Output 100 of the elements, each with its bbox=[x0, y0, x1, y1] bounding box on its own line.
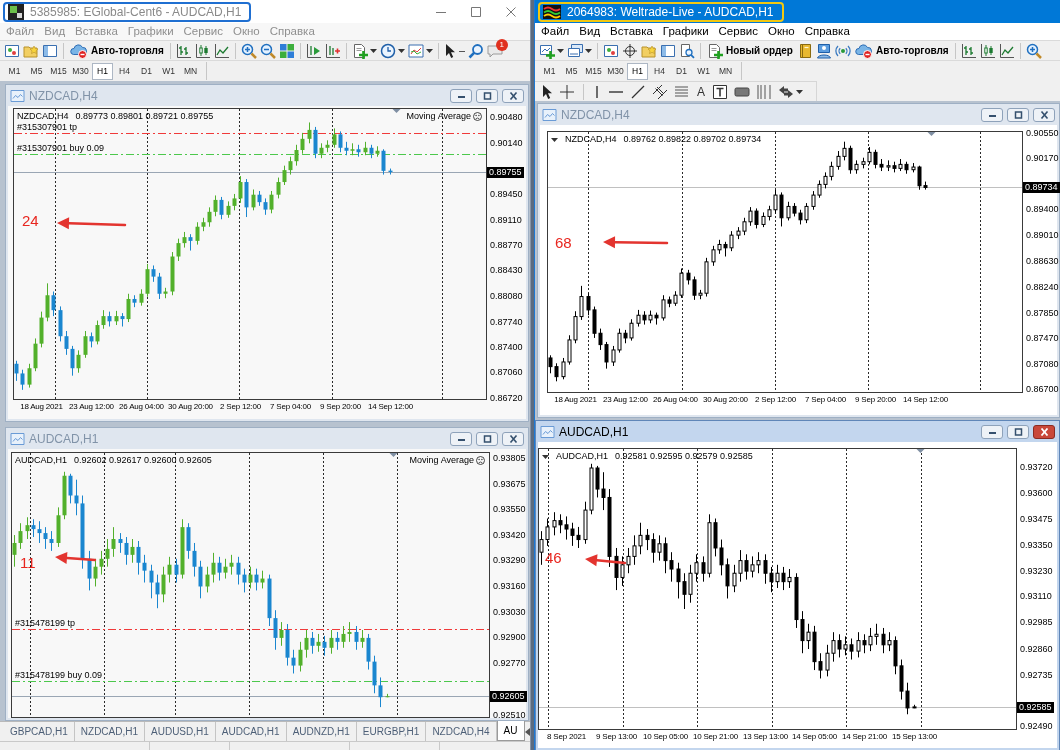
person-screen-icon[interactable] bbox=[815, 42, 832, 59]
tiles-icon[interactable] bbox=[278, 42, 295, 59]
crosshair-icon[interactable] bbox=[622, 42, 638, 59]
price-label: 0.90480 bbox=[490, 112, 523, 124]
timeframe-button[interactable]: M15 bbox=[583, 62, 604, 80]
timeframe-button[interactable]: M30 bbox=[605, 62, 626, 80]
ohlc-chart-icon[interactable] bbox=[175, 42, 192, 59]
timeframe-button[interactable]: M15 bbox=[48, 62, 69, 80]
timeframe-button[interactable]: MN bbox=[180, 62, 201, 80]
caret-icon[interactable] bbox=[557, 48, 564, 53]
minimize-button[interactable] bbox=[981, 107, 1003, 122]
shift-marker-icon[interactable] bbox=[392, 109, 401, 113]
maximize-icon[interactable] bbox=[471, 6, 481, 17]
caret-icon[interactable] bbox=[551, 137, 558, 142]
window-plus-icon[interactable] bbox=[539, 42, 555, 59]
menu-item[interactable]: Вставка bbox=[610, 24, 653, 39]
menu-item[interactable]: Вид bbox=[579, 24, 601, 39]
rounded-rect-icon[interactable] bbox=[734, 85, 750, 98]
maximize-icon bbox=[481, 91, 493, 100]
close-button[interactable] bbox=[1033, 424, 1055, 439]
zoom-in-icon[interactable] bbox=[240, 42, 257, 59]
shift-marker-icon[interactable] bbox=[916, 449, 925, 453]
line-chart-icon[interactable] bbox=[213, 42, 230, 59]
close-button[interactable] bbox=[1033, 107, 1055, 122]
minimize-button[interactable] bbox=[450, 431, 472, 446]
timeframe-button[interactable]: W1 bbox=[693, 62, 714, 80]
clock-icon[interactable] bbox=[379, 42, 396, 59]
zoom-out-icon[interactable] bbox=[259, 42, 276, 59]
minimize-button[interactable] bbox=[981, 424, 1003, 439]
caret-icon[interactable] bbox=[796, 89, 803, 94]
candle-wick bbox=[253, 189, 254, 211]
close-button[interactable] bbox=[502, 88, 524, 103]
zoom-in-icon[interactable] bbox=[1025, 42, 1042, 59]
chart-window-icon[interactable] bbox=[603, 42, 619, 59]
auto-trading-button[interactable]: Авто-торговля bbox=[853, 41, 950, 60]
timeframe-button[interactable]: M5 bbox=[26, 62, 47, 80]
candle-wick bbox=[66, 330, 67, 356]
sidebar-window-icon[interactable] bbox=[660, 42, 676, 59]
timeframe-button[interactable]: D1 bbox=[671, 62, 692, 80]
cursor-icon[interactable] bbox=[443, 42, 456, 59]
price-label: 0.90550 bbox=[1026, 127, 1059, 139]
auto-trading-button[interactable]: Авто-торговля bbox=[69, 41, 165, 60]
axis-triangle-icon[interactable] bbox=[305, 42, 322, 59]
maximize-button[interactable] bbox=[1007, 107, 1029, 122]
menu-item[interactable]: Справка bbox=[804, 24, 850, 39]
axis-plus-icon[interactable] bbox=[324, 42, 341, 59]
close-button[interactable] bbox=[502, 431, 524, 446]
menu-item[interactable]: Файл bbox=[541, 24, 570, 39]
minimize-button[interactable] bbox=[450, 88, 472, 103]
timeframe-button[interactable]: W1 bbox=[158, 62, 179, 80]
chat-icon[interactable] bbox=[486, 43, 503, 58]
cursor-icon[interactable] bbox=[541, 83, 553, 100]
caret-icon[interactable] bbox=[542, 454, 549, 459]
timeframe-button[interactable]: M1 bbox=[4, 62, 25, 80]
sad-face-icon[interactable] bbox=[476, 456, 485, 465]
candle-wick bbox=[309, 121, 310, 144]
text-frame-icon[interactable] bbox=[712, 83, 728, 100]
document-plus-icon[interactable] bbox=[351, 42, 368, 59]
caret-icon[interactable] bbox=[425, 48, 433, 53]
candle-wick bbox=[51, 530, 52, 552]
ohlc-chart-icon[interactable] bbox=[960, 42, 977, 59]
shift-marker-icon[interactable] bbox=[389, 453, 398, 457]
timeframe-button[interactable]: M1 bbox=[539, 62, 560, 80]
menu-item[interactable]: Графики bbox=[662, 24, 709, 39]
time-label: 13 Sep 13:00 bbox=[742, 732, 789, 742]
timeframe-button[interactable]: H4 bbox=[649, 62, 670, 80]
caret-icon[interactable] bbox=[369, 48, 377, 53]
stacked-windows-icon[interactable] bbox=[567, 42, 583, 59]
shift-marker-icon[interactable] bbox=[927, 132, 936, 136]
sidebar-window-icon[interactable] bbox=[42, 42, 58, 59]
chart-template-icon[interactable] bbox=[407, 42, 424, 59]
line-chart-icon[interactable] bbox=[998, 42, 1015, 59]
timeframe-button[interactable]: M5 bbox=[561, 62, 582, 80]
timeframe-button[interactable]: MN bbox=[715, 62, 736, 80]
chart-tab[interactable]: AU bbox=[496, 721, 525, 741]
maximize-button[interactable] bbox=[476, 88, 498, 103]
caret-icon[interactable] bbox=[585, 48, 592, 53]
arrows-icon[interactable] bbox=[778, 83, 794, 100]
maximize-button[interactable] bbox=[1007, 424, 1029, 439]
maximize-button[interactable] bbox=[476, 431, 498, 446]
caret-icon[interactable] bbox=[397, 48, 405, 53]
timeframe-button[interactable]: H1 bbox=[92, 62, 113, 80]
candlestick-icon[interactable] bbox=[979, 42, 996, 59]
timeframe-button[interactable]: D1 bbox=[136, 62, 157, 80]
timeframe-button[interactable]: H1 bbox=[627, 62, 648, 80]
diagonal-line-icon[interactable] bbox=[630, 83, 646, 100]
price-label: 0.93030 bbox=[493, 606, 526, 618]
timeframe-button[interactable]: H4 bbox=[114, 62, 135, 80]
search-icon[interactable] bbox=[467, 42, 484, 59]
channel-icon[interactable] bbox=[652, 83, 668, 100]
sad-face-icon[interactable] bbox=[473, 112, 482, 121]
timeframe-button[interactable]: M30 bbox=[70, 62, 91, 80]
candlestick-icon[interactable] bbox=[194, 42, 211, 59]
close-icon bbox=[1038, 427, 1050, 436]
text-tool-button[interactable]: A bbox=[696, 84, 706, 99]
chart-window-icon[interactable] bbox=[4, 42, 20, 59]
menu-item[interactable]: Окно bbox=[767, 24, 795, 39]
menu-item[interactable]: Сервис bbox=[718, 24, 758, 39]
document-magnifier-icon[interactable] bbox=[679, 42, 695, 59]
close-icon[interactable] bbox=[506, 6, 516, 17]
